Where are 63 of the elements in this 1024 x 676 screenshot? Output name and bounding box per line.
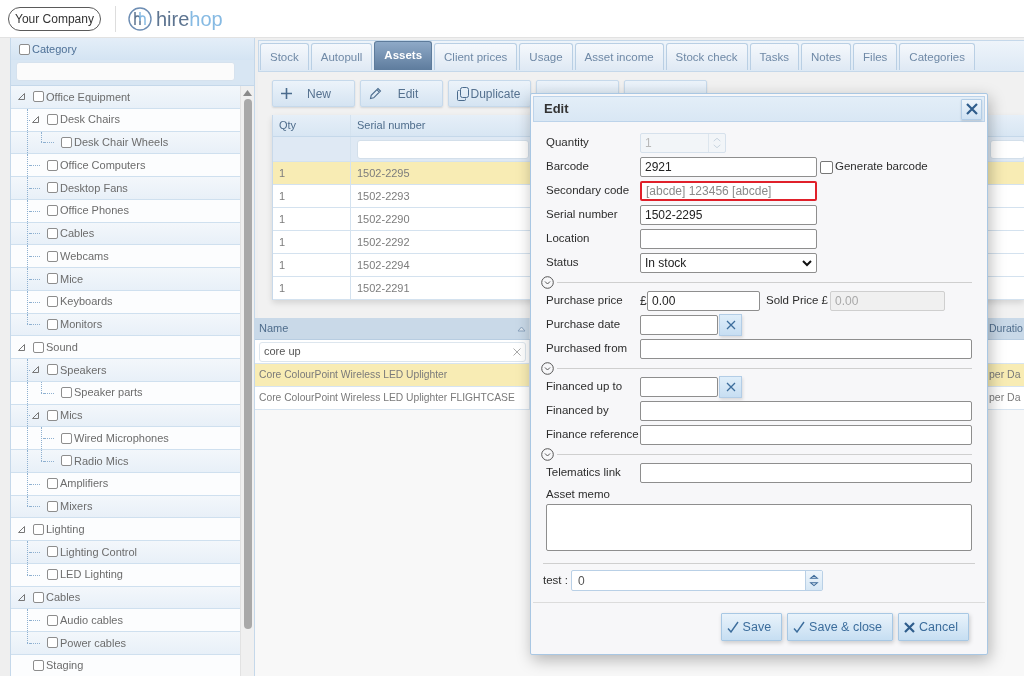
- tree-label: Radio Mics: [74, 453, 129, 469]
- tree-label: Monitors: [60, 317, 103, 333]
- field-label: Purchase price: [546, 293, 624, 309]
- field-label: Purchase date: [546, 317, 622, 333]
- table-cell-text: 1502-2295: [357, 165, 410, 181]
- tree-label: Speaker parts: [74, 385, 143, 401]
- currency-label: £: [640, 293, 647, 310]
- tree-label: Office Computers: [60, 157, 146, 173]
- tree-label: Lighting: [46, 521, 85, 537]
- table-cell-text: 1: [279, 257, 286, 273]
- field-label: test :: [543, 572, 568, 588]
- checkbox-label: Generate barcode: [835, 159, 928, 175]
- table-cell-text: 1: [279, 165, 286, 181]
- table-cell-text: 1: [279, 280, 286, 296]
- table-cell-text: 1502-2294: [357, 257, 410, 273]
- tree-label: Wired Microphones: [74, 430, 169, 446]
- field-label: Financed by: [546, 403, 610, 419]
- field-label: Financed up to: [546, 379, 624, 395]
- table-cell: per Da: [989, 367, 1021, 383]
- tree-label: Desktop Fans: [60, 180, 128, 196]
- field-label: Asset memo: [546, 487, 611, 501]
- tree-label: Cables: [46, 590, 81, 606]
- tree-label: Webcams: [60, 248, 109, 264]
- field-label: Barcode: [546, 159, 590, 175]
- table-cell-text: 1: [279, 234, 286, 250]
- table-cell-text: 1: [279, 188, 286, 204]
- field-label: Sold Price £: [766, 293, 828, 309]
- tree-label: Audio cables: [60, 612, 123, 628]
- tree-label: LED Lighting: [60, 567, 123, 583]
- tree-label: Staging: [46, 658, 84, 674]
- tree-label: Keyboards: [60, 294, 113, 310]
- table-cell-text: 1: [279, 211, 286, 227]
- tree-label: Mixers: [60, 499, 93, 515]
- field-label: Serial number: [546, 207, 619, 223]
- field-label: Purchased from: [546, 341, 629, 357]
- tree-label: Mice: [60, 271, 84, 287]
- field-label: Quantity: [546, 135, 590, 151]
- field-label: Secondary code: [546, 183, 631, 199]
- tree-label: Mics: [60, 408, 83, 424]
- table-cell-text: 1502-2290: [357, 211, 410, 227]
- field-label: Status: [546, 255, 580, 271]
- field-label: Location: [546, 231, 591, 247]
- field-label: Finance reference: [546, 427, 640, 443]
- field-label: Telematics link: [546, 465, 622, 481]
- tree-label: Sound: [46, 339, 78, 355]
- tree-label: Lighting Control: [60, 544, 138, 560]
- tree-label: Amplifiers: [60, 476, 109, 492]
- table-cell-text: 1502-2292: [357, 234, 410, 250]
- tree-label: Office Equipment: [46, 89, 131, 105]
- tree-label: Desk Chairs: [60, 112, 120, 128]
- table-cell-text: Core ColourPoint Wireless LED Uplighter: [259, 368, 448, 383]
- table-cell-text: 1502-2293: [357, 188, 410, 204]
- table-cell-text: Core ColourPoint Wireless LED Uplighter FLIGHTCASE: [259, 391, 515, 406]
- tree-label: Speakers: [60, 362, 107, 378]
- tree-label: Desk Chair Wheels: [74, 135, 169, 151]
- tree-label: Power cables: [60, 635, 127, 651]
- table-cell: per Da: [989, 390, 1021, 406]
- tree-label: Office Phones: [60, 203, 129, 219]
- dialog-title: Edit: [544, 100, 569, 119]
- table-cell-text: 1502-2291: [357, 280, 410, 296]
- logo-text: hirehop: [156, 7, 223, 30]
- tree-label: Cables: [60, 226, 95, 242]
- panel-title: Category: [32, 41, 77, 57]
